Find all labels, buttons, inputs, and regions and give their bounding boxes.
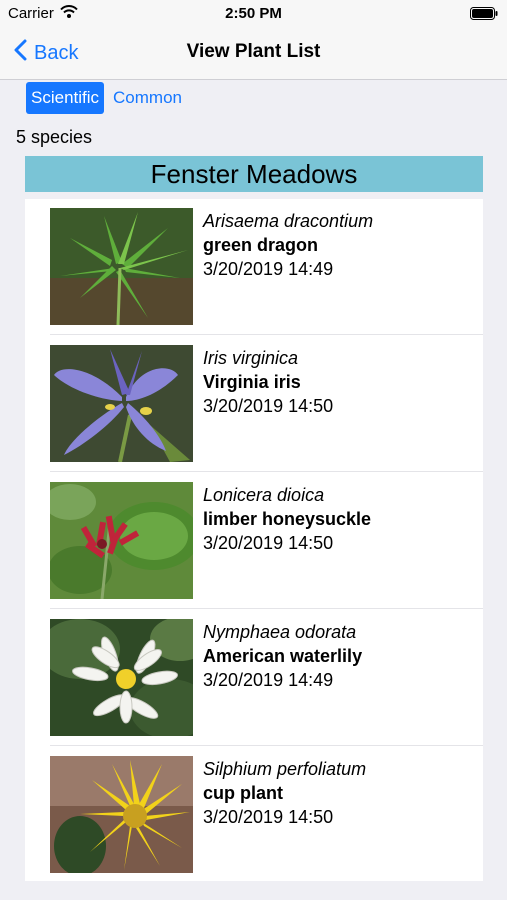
plant-list: Arisaema dracontium green dragon 3/20/20…: [25, 199, 483, 881]
divider: [50, 608, 483, 609]
plant-photo: [50, 208, 193, 325]
scientific-name: Arisaema dracontium: [203, 211, 374, 231]
observation-datetime: 3/20/2019 14:49: [203, 259, 334, 279]
status-time: 2:50 PM: [225, 5, 282, 22]
divider: [50, 745, 483, 746]
scientific-name: Silphium perfoliatum: [203, 759, 367, 779]
list-item[interactable]: Arisaema dracontium green dragon 3/20/20…: [25, 199, 483, 335]
plant-photo: [50, 482, 193, 599]
plant-info: Silphium perfoliatum cup plant 3/20/2019…: [203, 757, 366, 829]
plant-info: Lonicera dioica limber honeysuckle 3/20/…: [203, 483, 371, 555]
plant-photo: [50, 619, 193, 736]
list-item[interactable]: Nymphaea odorata American waterlily 3/20…: [25, 610, 483, 746]
divider: [50, 334, 483, 335]
plant-info: Nymphaea odorata American waterlily 3/20…: [203, 620, 362, 692]
common-name: Virginia iris: [203, 372, 301, 392]
page-title: View Plant List: [186, 41, 321, 62]
list-item[interactable]: Iris virginica Virginia iris 3/20/2019 1…: [25, 336, 483, 472]
scientific-name: Lonicera dioica: [203, 485, 325, 505]
observation-datetime: 3/20/2019 14:50: [203, 807, 334, 827]
navigation-bar: Back View Plant List: [0, 28, 507, 80]
group-header: Fenster Meadows: [25, 156, 483, 192]
scientific-name: Nymphaea odorata: [203, 622, 357, 642]
name-type-segmented-control: Scientific Common: [26, 82, 187, 114]
common-name: cup plant: [203, 783, 283, 803]
plant-photo: [50, 345, 193, 462]
status-bar: Carrier 2:50 PM: [0, 0, 507, 28]
common-name: American waterlily: [203, 646, 363, 666]
common-name: green dragon: [203, 235, 319, 255]
species-count: 5 species: [16, 127, 93, 147]
observation-datetime: 3/20/2019 14:50: [203, 396, 334, 416]
list-item[interactable]: Silphium perfoliatum cup plant 3/20/2019…: [25, 747, 483, 883]
segment-scientific[interactable]: Scientific: [26, 82, 105, 114]
common-name: limber honeysuckle: [203, 509, 372, 529]
plant-info: Iris virginica Virginia iris 3/20/2019 1…: [203, 346, 333, 418]
plant-photo: [50, 756, 193, 873]
segment-common[interactable]: Common: [108, 82, 187, 114]
plant-info: Arisaema dracontium green dragon 3/20/20…: [203, 209, 373, 281]
scientific-name: Iris virginica: [203, 348, 299, 368]
list-item[interactable]: Lonicera dioica limber honeysuckle 3/20/…: [25, 473, 483, 609]
divider: [50, 471, 483, 472]
battery-icon: [470, 7, 498, 20]
observation-datetime: 3/20/2019 14:50: [203, 533, 334, 553]
observation-datetime: 3/20/2019 14:49: [203, 670, 334, 690]
